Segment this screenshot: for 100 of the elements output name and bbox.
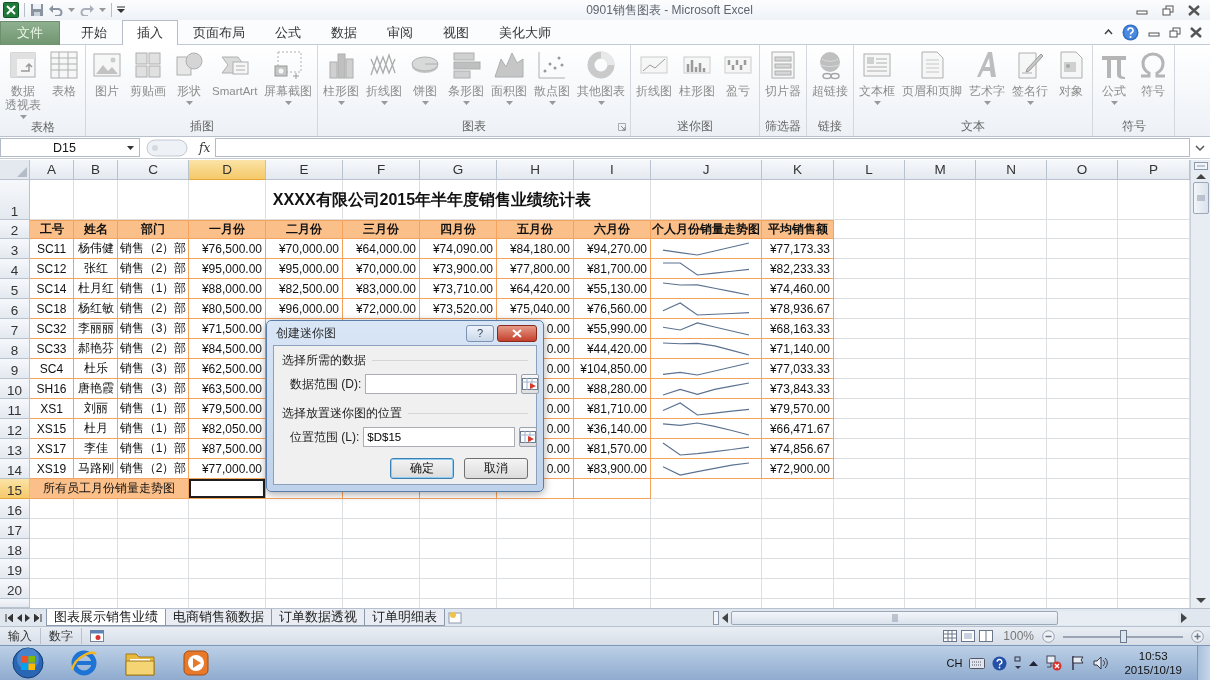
group-label: 符号 bbox=[1121, 119, 1146, 133]
ribbon-tab[interactable]: 页面布局 bbox=[178, 21, 260, 45]
table-cell: 销售（2）部 bbox=[118, 299, 189, 319]
app-icon[interactable] bbox=[3, 2, 19, 18]
group-label: 迷你图 bbox=[677, 119, 714, 133]
column-header[interactable]: F bbox=[343, 160, 420, 180]
sheet-tab[interactable]: 电商销售额数据 bbox=[165, 609, 272, 626]
field-label: 数据范围 (D): bbox=[290, 375, 362, 393]
column-header[interactable]: E bbox=[266, 160, 343, 180]
range-select-button[interactable] bbox=[519, 427, 538, 447]
input-field[interactable] bbox=[365, 374, 518, 394]
help-button[interactable]: ? bbox=[466, 324, 494, 342]
table-cell: ¥83,000.00 bbox=[343, 279, 420, 299]
table-cell: SC14 bbox=[30, 279, 74, 299]
page-layout-icon[interactable] bbox=[961, 630, 976, 642]
ribbon-tab[interactable]: 视图 bbox=[428, 21, 484, 45]
close-icon[interactable] bbox=[1190, 26, 1202, 38]
table-cell: ¥73,843.33 bbox=[762, 379, 834, 399]
input-field[interactable]: $D$15 bbox=[363, 427, 516, 447]
network-error-icon[interactable] bbox=[1045, 655, 1064, 671]
column-header[interactable]: N bbox=[976, 160, 1047, 180]
split-handle-icon[interactable] bbox=[1193, 162, 1208, 170]
scroll-left-icon[interactable] bbox=[721, 612, 729, 623]
next-sheet-icon[interactable] bbox=[25, 613, 31, 622]
sheet-tab[interactable]: 订单明细表 bbox=[364, 609, 445, 626]
table-cell: ¥88,280.00 bbox=[574, 379, 651, 399]
ribbon-tab[interactable]: 数据 bbox=[316, 21, 372, 45]
flag-icon[interactable] bbox=[1070, 655, 1087, 671]
help-icon[interactable] bbox=[992, 655, 1008, 671]
grip-icon bbox=[891, 613, 898, 622]
table-cell: ¥94,270.00 bbox=[574, 239, 651, 259]
column-header[interactable]: J bbox=[651, 160, 762, 180]
zoom-out-icon[interactable] bbox=[1042, 629, 1055, 643]
table-cell: ¥72,000.00 bbox=[343, 299, 420, 319]
table-cell: ¥71,140.00 bbox=[762, 339, 834, 359]
ribbon-tab[interactable]: 审阅 bbox=[372, 21, 428, 45]
selected-cell[interactable] bbox=[189, 479, 266, 499]
scroll-up-icon[interactable] bbox=[1195, 173, 1206, 179]
normal-view-icon[interactable] bbox=[943, 630, 958, 642]
undo-icon[interactable] bbox=[49, 4, 63, 16]
page-break-icon[interactable] bbox=[979, 630, 994, 642]
field-label: 位置范围 (L): bbox=[290, 428, 360, 446]
scroll-down-icon[interactable] bbox=[1195, 598, 1206, 604]
table-cell: ¥77,173.33 bbox=[762, 239, 834, 259]
ribbon-tab[interactable]: 公式 bbox=[260, 21, 316, 45]
help-icon[interactable] bbox=[1122, 23, 1139, 41]
customize-icon[interactable] bbox=[117, 6, 125, 14]
name-box[interactable]: D15 bbox=[0, 138, 140, 157]
restore-icon[interactable] bbox=[1162, 4, 1174, 16]
scroll-thumb[interactable] bbox=[1192, 182, 1209, 214]
table-cell: 杨红敏 bbox=[74, 299, 118, 319]
ribbon-tab[interactable]: 插入 bbox=[122, 20, 178, 45]
column-header[interactable]: K bbox=[762, 160, 834, 180]
ribbon-tab[interactable]: 美化大师 bbox=[484, 21, 566, 45]
column-header[interactable]: A bbox=[30, 160, 74, 180]
ribbon-tab[interactable]: 开始 bbox=[66, 21, 122, 45]
first-sheet-icon[interactable] bbox=[5, 613, 13, 622]
restore-icon[interactable] bbox=[1169, 26, 1181, 38]
language-indicator[interactable]: CH bbox=[946, 657, 963, 669]
options-icon[interactable] bbox=[1014, 656, 1023, 670]
close-button[interactable] bbox=[497, 324, 537, 342]
vertical-scrollbar[interactable] bbox=[1190, 160, 1210, 608]
close-icon[interactable] bbox=[1188, 4, 1200, 16]
collapse-ribbon-icon[interactable] bbox=[1104, 29, 1113, 35]
column-header[interactable]: D bbox=[189, 160, 266, 180]
zoom-in-icon[interactable] bbox=[1191, 629, 1204, 643]
dialog-button[interactable]: 取消 bbox=[464, 458, 528, 479]
previous-sheet-icon[interactable] bbox=[16, 613, 22, 622]
last-sheet-icon[interactable] bbox=[34, 613, 42, 622]
range-select-button[interactable] bbox=[521, 374, 540, 394]
expand-icon[interactable] bbox=[1193, 142, 1207, 153]
table-cell: ¥80,500.00 bbox=[189, 299, 266, 319]
column-header[interactable]: I bbox=[574, 160, 651, 180]
column-header[interactable]: H bbox=[497, 160, 574, 180]
column-header[interactable]: O bbox=[1047, 160, 1118, 180]
row-number: 10 bbox=[0, 379, 30, 399]
keyboard-icon[interactable] bbox=[969, 657, 986, 669]
dialog-button[interactable]: 确定 bbox=[390, 458, 454, 479]
insert-function-button[interactable]: fx bbox=[194, 140, 216, 155]
formula-input[interactable] bbox=[215, 138, 1190, 157]
scroll-right-icon[interactable] bbox=[1180, 612, 1188, 623]
table-cell: ¥36,140.00 bbox=[574, 419, 651, 439]
macro-record-icon[interactable] bbox=[90, 630, 104, 642]
row-number: 11 bbox=[0, 399, 30, 419]
volume-icon[interactable] bbox=[1093, 656, 1110, 670]
table-cell: SC4 bbox=[30, 359, 74, 379]
zoom-thumb[interactable] bbox=[1120, 629, 1127, 643]
column-header[interactable]: B bbox=[74, 160, 118, 180]
column-header[interactable]: L bbox=[834, 160, 905, 180]
sheet-tab[interactable]: 订单数据透视 bbox=[271, 609, 365, 626]
sheet-tab[interactable]: 图表展示销售业绩 bbox=[46, 609, 166, 626]
column-header[interactable]: G bbox=[420, 160, 497, 180]
column-header[interactable]: C bbox=[118, 160, 189, 180]
show-hidden-icons[interactable] bbox=[1029, 660, 1039, 666]
column-header[interactable]: M bbox=[905, 160, 976, 180]
split-handle-icon[interactable] bbox=[713, 610, 719, 625]
save-icon[interactable] bbox=[30, 3, 44, 17]
column-header[interactable]: P bbox=[1118, 160, 1190, 180]
table-cell: ¥104,850.00 bbox=[574, 359, 651, 379]
scroll-thumb[interactable] bbox=[731, 610, 1058, 625]
